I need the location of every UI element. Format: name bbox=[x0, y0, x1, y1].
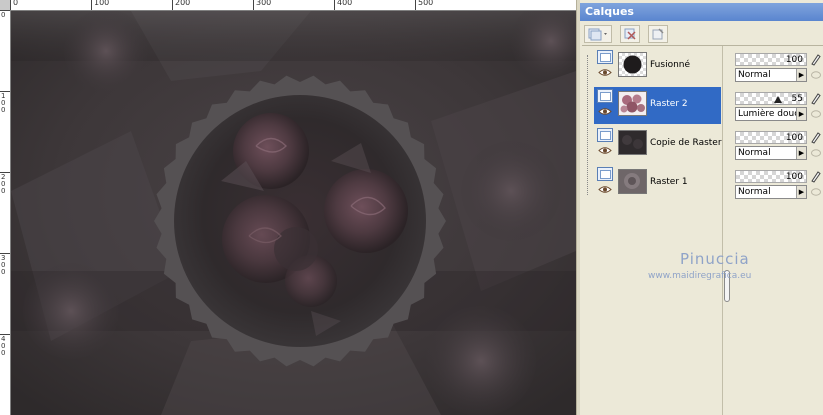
blend-mode-value: Normal bbox=[738, 70, 771, 80]
opacity-slider[interactable]: 55 bbox=[735, 92, 807, 105]
opacity-value: 55 bbox=[791, 94, 803, 104]
layer-name: Raster 2 bbox=[650, 99, 688, 109]
ruler-tick: 300 bbox=[253, 0, 271, 10]
eye-icon[interactable] bbox=[598, 146, 612, 155]
blend-mode-select[interactable]: Normal ▶ bbox=[735, 68, 807, 82]
edit-pen-icon[interactable] bbox=[810, 170, 821, 183]
blend-mode-value: Normal bbox=[738, 148, 771, 158]
ruler-tick: 500 bbox=[415, 0, 433, 10]
blend-mode-select[interactable]: Normal ▶ bbox=[735, 185, 807, 199]
eye-icon[interactable] bbox=[598, 107, 612, 116]
blend-mode-value: Normal bbox=[738, 187, 771, 197]
ruler-tick: 100 bbox=[91, 0, 109, 10]
layer-properties-raster-1: 100 Normal ▶ bbox=[735, 170, 823, 207]
layer-row-fusionne[interactable]: Fusionné bbox=[594, 48, 721, 85]
layer-properties-fusionne: 100 Normal ▶ bbox=[735, 53, 823, 90]
vertical-ruler: 0 100 200 300 400 bbox=[0, 10, 11, 415]
layer-name: Fusionné bbox=[650, 60, 691, 70]
edit-pen-icon[interactable] bbox=[810, 92, 821, 105]
ruler-tick: 0 bbox=[10, 0, 18, 10]
opacity-value: 100 bbox=[785, 172, 803, 182]
layer-properties-copie-de-raster: 100 Normal ▶ bbox=[735, 131, 823, 168]
delete-layer-icon bbox=[624, 28, 636, 40]
layer-thumbnail bbox=[618, 52, 647, 77]
blend-mode-select[interactable]: Lumière douce ▶ bbox=[735, 107, 807, 121]
layer-row-copie-de-raster[interactable]: Copie de Raster bbox=[594, 126, 722, 163]
new-layer-button[interactable] bbox=[584, 25, 612, 43]
blend-mode-select[interactable]: Normal ▶ bbox=[735, 146, 807, 160]
layer-properties-raster-2: 55 Lumière douce ▶ bbox=[735, 92, 823, 129]
layer-thumbnail bbox=[618, 130, 647, 155]
ruler-tick: 300 bbox=[0, 253, 10, 276]
opacity-slider-mark[interactable] bbox=[774, 96, 782, 103]
horizontal-ruler: 0 100 200 300 400 500 bbox=[10, 0, 576, 11]
layer-name: Raster 1 bbox=[650, 177, 688, 187]
layer-properties-button[interactable] bbox=[648, 25, 668, 43]
layer-row-raster-1[interactable]: Raster 1 bbox=[594, 165, 721, 202]
watermark-url: www.maidiregrafica.eu bbox=[648, 271, 752, 281]
palette-vertical-scrollbar[interactable] bbox=[722, 46, 733, 415]
edit-pen-icon[interactable] bbox=[810, 131, 821, 144]
watermark-name: Pinuccia bbox=[680, 250, 750, 268]
layer-group-toggle[interactable] bbox=[597, 167, 613, 181]
ruler-tick: 200 bbox=[172, 0, 190, 10]
palette-splitter[interactable] bbox=[576, 0, 580, 415]
palette-toolbar bbox=[582, 23, 823, 45]
ruler-tick: 0 bbox=[0, 10, 10, 19]
layer-name: Copie de Raster bbox=[650, 138, 722, 148]
edit-pen-icon[interactable] bbox=[810, 53, 821, 66]
layer-group-toggle[interactable] bbox=[597, 89, 613, 103]
link-icon[interactable] bbox=[810, 109, 822, 119]
palette-title[interactable]: Calques bbox=[580, 3, 823, 21]
dropdown-arrow-icon[interactable]: ▶ bbox=[796, 69, 806, 81]
ruler-tick: 400 bbox=[0, 334, 10, 357]
layer-thumbnail bbox=[618, 91, 647, 116]
layer-row-raster-2[interactable]: Raster 2 bbox=[594, 87, 721, 124]
link-icon[interactable] bbox=[810, 70, 822, 80]
canvas-area[interactable]: 0 100 200 300 400 500 0 100 200 300 400 bbox=[0, 0, 576, 415]
link-icon[interactable] bbox=[810, 148, 822, 158]
layer-group-toggle[interactable] bbox=[597, 128, 613, 142]
ruler-tick: 100 bbox=[0, 91, 10, 114]
palette-divider bbox=[582, 45, 823, 46]
artwork-image[interactable] bbox=[11, 11, 576, 415]
layer-tree-line bbox=[587, 55, 589, 195]
opacity-value: 100 bbox=[785, 55, 803, 65]
link-icon[interactable] bbox=[810, 187, 822, 197]
ruler-tick: 400 bbox=[334, 0, 352, 10]
layer-group-toggle[interactable] bbox=[597, 50, 613, 64]
layer-thumbnail bbox=[618, 169, 647, 194]
new-layer-icon bbox=[588, 28, 607, 41]
eye-icon[interactable] bbox=[598, 185, 612, 194]
dropdown-arrow-icon[interactable]: ▶ bbox=[796, 147, 806, 159]
dropdown-arrow-icon[interactable]: ▶ bbox=[796, 186, 806, 198]
opacity-value: 100 bbox=[785, 133, 803, 143]
properties-icon bbox=[652, 28, 664, 40]
opacity-slider[interactable]: 100 bbox=[735, 131, 807, 144]
eye-icon[interactable] bbox=[598, 68, 612, 77]
blend-mode-value: Lumière douce bbox=[738, 109, 805, 119]
ruler-tick: 200 bbox=[0, 172, 10, 195]
delete-layer-button[interactable] bbox=[620, 25, 640, 43]
opacity-slider[interactable]: 100 bbox=[735, 170, 807, 183]
dropdown-arrow-icon[interactable]: ▶ bbox=[796, 108, 806, 120]
opacity-slider[interactable]: 100 bbox=[735, 53, 807, 66]
